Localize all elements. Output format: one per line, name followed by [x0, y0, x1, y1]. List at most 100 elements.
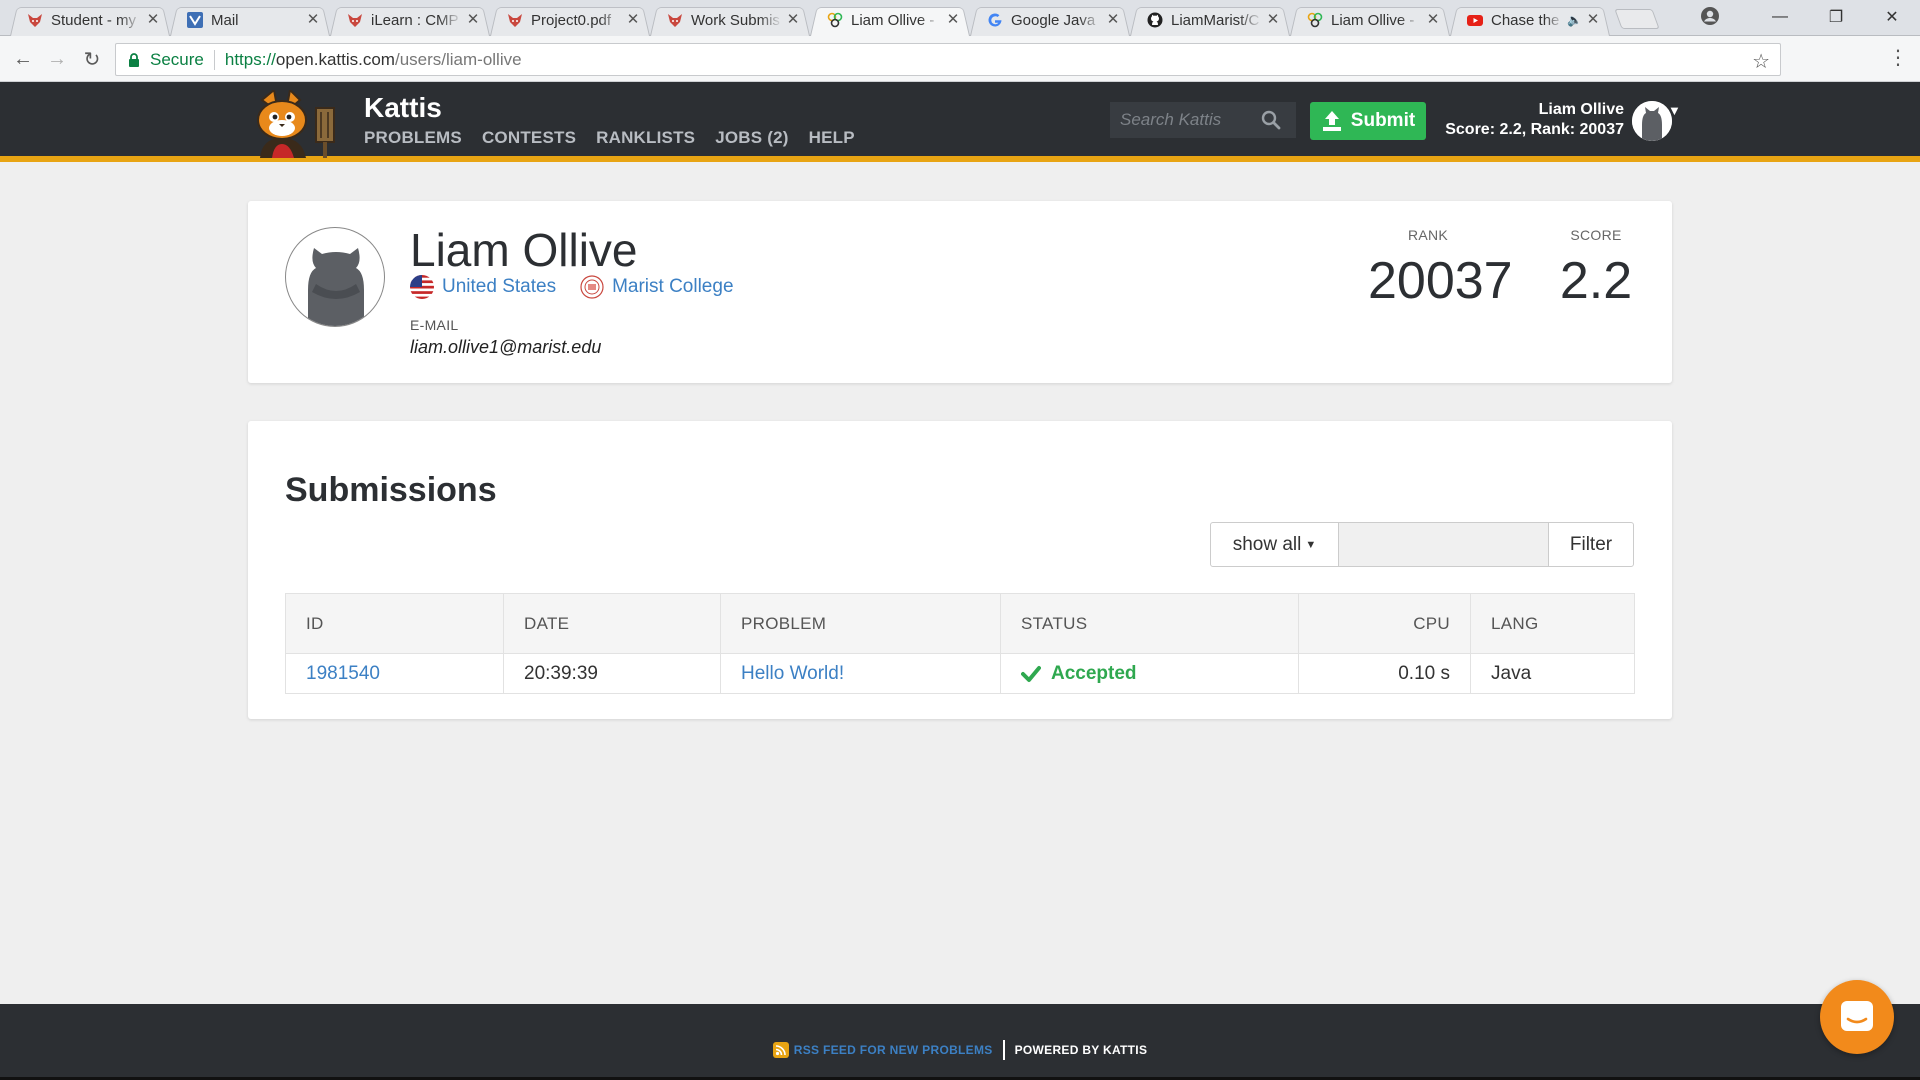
- browser-tab[interactable]: Liam Ollive - ✕: [810, 4, 970, 36]
- tab-close-icon[interactable]: ✕: [1426, 12, 1440, 27]
- nav-help[interactable]: HELP: [809, 128, 855, 148]
- header-user-name: Liam Ollive: [1538, 101, 1624, 118]
- browser-tab[interactable]: Work Submis ✕: [650, 4, 810, 36]
- header-user-stats: Score: 2.2, Rank: 20037: [1445, 121, 1624, 138]
- tab-close-icon[interactable]: ✕: [946, 12, 960, 27]
- close-window-icon[interactable]: ✕: [1864, 0, 1920, 34]
- window-controls: — ❐ ✕: [1752, 0, 1920, 34]
- browser-tab[interactable]: Mail ✕: [170, 4, 330, 36]
- problem-link[interactable]: Hello World!: [741, 663, 844, 684]
- browser-tab[interactable]: Liam Ollive - ✕: [1290, 4, 1450, 36]
- browser-tab[interactable]: LiamMarist/C ✕: [1130, 4, 1290, 36]
- submission-cpu: 0.10 s: [1298, 653, 1471, 694]
- tab-title: Google Java: [1011, 11, 1096, 29]
- submission-id-link[interactable]: 1981540: [306, 663, 380, 684]
- score-value: 2.2: [1559, 252, 1633, 310]
- kattis-icon: [1306, 12, 1323, 29]
- tab-close-icon[interactable]: ✕: [786, 12, 800, 27]
- country-link[interactable]: United States: [442, 276, 556, 298]
- browser-profile-icon[interactable]: [1700, 6, 1720, 26]
- submission-date: 20:39:39: [503, 653, 721, 694]
- rank-label: RANK: [1407, 227, 1449, 243]
- upload-icon: [1322, 111, 1341, 131]
- submissions-table: ID DATE PROBLEM STATUS CPU LANG 1981540 …: [285, 593, 1635, 694]
- browser-tab[interactable]: Google Java ✕: [970, 4, 1130, 36]
- nav-problems[interactable]: PROBLEMS: [364, 128, 462, 148]
- browser-menu-icon[interactable]: ⋮: [1888, 48, 1908, 68]
- tab-close-icon[interactable]: ✕: [146, 12, 160, 27]
- tab-close-icon[interactable]: ✕: [1106, 12, 1120, 27]
- browser-tab[interactable]: Chase the 🔈 ✕: [1450, 4, 1610, 36]
- column-header-problem[interactable]: PROBLEM: [720, 593, 1001, 654]
- column-header-date[interactable]: DATE: [503, 593, 721, 654]
- column-header-cpu[interactable]: CPU: [1298, 593, 1471, 654]
- main-nav: PROBLEMS CONTESTS RANKLISTS JOBS (2) HEL…: [364, 128, 855, 148]
- column-header-id[interactable]: ID: [285, 593, 504, 654]
- site-search: [1110, 102, 1296, 138]
- tab-close-icon[interactable]: ✕: [1586, 12, 1600, 27]
- submission-lang: Java: [1470, 653, 1635, 694]
- tab-close-icon[interactable]: ✕: [306, 12, 320, 27]
- table-header-row: ID DATE PROBLEM STATUS CPU LANG: [285, 593, 1635, 654]
- minimize-icon[interactable]: —: [1752, 0, 1808, 34]
- search-input[interactable]: [1110, 110, 1260, 130]
- filter-dropdown[interactable]: show all ▼: [1211, 523, 1339, 566]
- filter-button[interactable]: Filter: [1549, 523, 1633, 566]
- tab-title: Liam Ollive -: [1331, 11, 1415, 29]
- status-label: Accepted: [1051, 662, 1137, 684]
- url-host: open.kattis.com: [275, 49, 395, 69]
- user-menu-caret-icon[interactable]: ▼: [1668, 103, 1681, 118]
- tab-close-icon[interactable]: ✕: [1266, 12, 1280, 27]
- score-label: SCORE: [1570, 227, 1622, 243]
- profile-avatar: [285, 227, 385, 327]
- footer-links: RSS FEED FOR NEW PROBLEMS POWERED BY KAT…: [0, 1040, 1920, 1060]
- nav-jobs[interactable]: JOBS (2): [715, 128, 788, 148]
- powered-by-label: POWERED BY KATTIS: [1014, 1043, 1148, 1057]
- header-avatar[interactable]: [1632, 101, 1672, 141]
- user-summary[interactable]: Liam Ollive Score: 2.2, Rank: 20037: [1440, 100, 1624, 140]
- nav-contests[interactable]: CONTESTS: [482, 128, 576, 148]
- browser-tab[interactable]: Student - my ✕: [10, 4, 170, 36]
- browser-tab-bar: Student - my ✕ Mail ✕ iLearn : CMP ✕ Project0.…: [0, 0, 1920, 36]
- new-tab-button[interactable]: [1614, 9, 1660, 29]
- fox-icon: [666, 12, 683, 29]
- submission-id-cell: 1981540: [285, 653, 504, 694]
- kattis-logo-icon[interactable]: [248, 90, 352, 158]
- submissions-title: Submissions: [285, 471, 497, 509]
- tab-close-icon[interactable]: ✕: [466, 12, 480, 27]
- submit-button[interactable]: Submit: [1310, 102, 1426, 140]
- fox-icon: [26, 12, 43, 29]
- rss-link[interactable]: RSS FEED FOR NEW PROBLEMS: [772, 1042, 993, 1058]
- search-icon[interactable]: [1260, 109, 1282, 131]
- forward-arrow-icon[interactable]: →: [44, 46, 70, 72]
- bookmark-star-icon[interactable]: ☆: [1752, 49, 1770, 74]
- restore-icon[interactable]: ❐: [1808, 0, 1864, 34]
- fox-icon: [346, 12, 363, 29]
- back-arrow-icon[interactable]: ←: [10, 46, 36, 72]
- tab-title: LiamMarist/C: [1171, 11, 1260, 29]
- tab-title: iLearn : CMP: [371, 11, 459, 29]
- address-bar[interactable]: Secure https:// open.kattis.com /users/l…: [115, 43, 1781, 76]
- secure-label: Secure: [150, 49, 204, 69]
- fox-icon: [506, 12, 523, 29]
- tab-title: Liam Ollive -: [851, 11, 935, 29]
- speaker-icon[interactable]: 🔈: [1567, 13, 1582, 27]
- chat-launcher-button[interactable]: [1820, 980, 1894, 1054]
- tab-close-icon[interactable]: ✕: [626, 12, 640, 27]
- site-brand[interactable]: Kattis: [364, 92, 442, 124]
- filter-input[interactable]: [1339, 523, 1549, 566]
- browser-tab[interactable]: iLearn : CMP ✕: [330, 4, 490, 36]
- tab-title: Chase the: [1491, 11, 1560, 29]
- column-header-lang[interactable]: LANG: [1470, 593, 1635, 654]
- nav-ranklists[interactable]: RANKLISTS: [596, 128, 695, 148]
- site-footer: RSS FEED FOR NEW PROBLEMS POWERED BY KAT…: [0, 1004, 1920, 1080]
- chat-icon: [1841, 1001, 1873, 1031]
- tab-title: Project0.pdf: [531, 11, 612, 29]
- browser-toolbar: ← → ↻ Secure https:// open.kattis.com /u…: [0, 36, 1920, 82]
- browser-tab[interactable]: Project0.pdf ✕: [490, 4, 650, 36]
- tab-title: Work Submis: [691, 11, 780, 29]
- reload-icon[interactable]: ↻: [79, 46, 105, 72]
- school-link[interactable]: Marist College: [612, 276, 733, 298]
- column-header-status[interactable]: STATUS: [1000, 593, 1299, 654]
- avatar-silhouette-icon: [1632, 101, 1672, 141]
